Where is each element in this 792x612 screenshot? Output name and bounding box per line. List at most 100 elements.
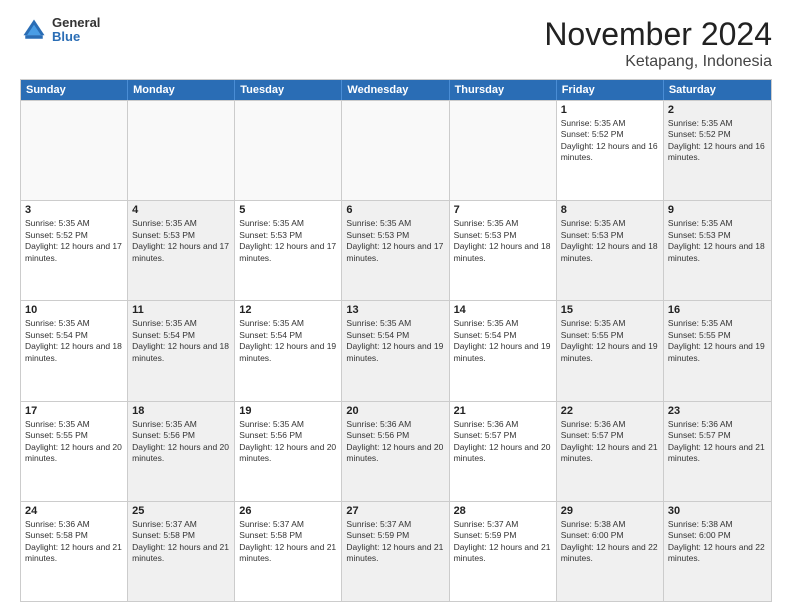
day-number: 28 xyxy=(454,505,552,517)
day-info: Sunrise: 5:36 AM Sunset: 5:57 PM Dayligh… xyxy=(454,419,552,465)
day-number: 10 xyxy=(25,304,123,316)
calendar-day-cell: 22Sunrise: 5:36 AM Sunset: 5:57 PM Dayli… xyxy=(557,402,664,501)
calendar-day-cell: 4 Sunrise: 5:35 AM Sunset: 5:53 PM Daylig… xyxy=(128,201,235,300)
calendar-day-cell: 10Sunrise: 5:35 AM Sunset: 5:54 PM Dayli… xyxy=(21,301,128,400)
day-number: 12 xyxy=(239,304,337,316)
location-subtitle: Ketapang, Indonesia xyxy=(544,53,772,71)
day-info: Sunrise: 5:35 AM Sunset: 5:55 PM Dayligh… xyxy=(561,318,659,364)
day-number: 5 xyxy=(239,204,337,216)
day-info: Sunrise: 5:35 AM Sunset: 5:53 PM Dayligh… xyxy=(668,218,767,264)
day-number: 20 xyxy=(346,405,444,417)
calendar-day-cell: 16 Sunrise: 5:35 AM Sunset: 5:55 PM Dayli… xyxy=(664,301,771,400)
day-info: Sunrise: 5:35 AM Sunset: 5:53 PM Dayligh… xyxy=(561,218,659,264)
calendar-page: General Blue November 2024 Ketapang, Ind… xyxy=(0,0,792,612)
day-info: Sunrise: 5:35 AM Sunset: 5:53 PM Dayligh… xyxy=(132,218,230,264)
day-number: 17 xyxy=(25,405,123,417)
day-number: 23 xyxy=(668,405,767,417)
calendar-day-cell: 9Sunrise: 5:35 AM Sunset: 5:53 PM Daylig… xyxy=(664,201,771,300)
calendar: SundayMondayTuesdayWednesdayThursdayFrid… xyxy=(20,79,772,602)
calendar-day-cell: 14Sunrise: 5:35 AM Sunset: 5:54 PM Dayli… xyxy=(450,301,557,400)
calendar-day-cell: 19 Sunrise: 5:35 AM Sunset: 5:56 PM Dayli… xyxy=(235,402,342,501)
day-number: 2 xyxy=(668,104,767,116)
day-number: 24 xyxy=(25,505,123,517)
calendar-day-cell: 26 Sunrise: 5:37 AM Sunset: 5:58 PM Dayli… xyxy=(235,502,342,601)
day-number: 4 xyxy=(132,204,230,216)
calendar-day-cell: 5 Sunrise: 5:35 AM Sunset: 5:53 PM Daylig… xyxy=(235,201,342,300)
calendar-day-cell: 11 Sunrise: 5:35 AM Sunset: 5:54 PM Dayli… xyxy=(128,301,235,400)
calendar-day-cell: 3 Sunrise: 5:35 AM Sunset: 5:52 PM Daylig… xyxy=(21,201,128,300)
logo-text: General Blue xyxy=(52,16,100,45)
day-of-week-header: Saturday xyxy=(664,80,771,100)
calendar-day-cell xyxy=(450,101,557,200)
day-number: 30 xyxy=(668,505,767,517)
calendar-week-row: 1 Sunrise: 5:35 AM Sunset: 5:52 PM Daylig… xyxy=(21,100,771,200)
day-info: Sunrise: 5:35 AM Sunset: 5:54 PM Dayligh… xyxy=(132,318,230,364)
day-info: Sunrise: 5:35 AM Sunset: 5:54 PM Dayligh… xyxy=(239,318,337,364)
calendar-day-cell: 24 Sunrise: 5:36 AM Sunset: 5:58 PM Dayli… xyxy=(21,502,128,601)
calendar-day-cell: 23 Sunrise: 5:36 AM Sunset: 5:57 PM Dayli… xyxy=(664,402,771,501)
day-number: 21 xyxy=(454,405,552,417)
day-number: 16 xyxy=(668,304,767,316)
day-info: Sunrise: 5:35 AM Sunset: 5:52 PM Dayligh… xyxy=(561,118,659,164)
calendar-header: SundayMondayTuesdayWednesdayThursdayFrid… xyxy=(21,80,771,100)
calendar-day-cell: 12 Sunrise: 5:35 AM Sunset: 5:54 PM Dayli… xyxy=(235,301,342,400)
day-info: Sunrise: 5:35 AM Sunset: 5:53 PM Dayligh… xyxy=(239,218,337,264)
day-number: 14 xyxy=(454,304,552,316)
calendar-week-row: 24 Sunrise: 5:36 AM Sunset: 5:58 PM Dayli… xyxy=(21,501,771,601)
calendar-day-cell: 8 Sunrise: 5:35 AM Sunset: 5:53 PM Daylig… xyxy=(557,201,664,300)
day-info: Sunrise: 5:38 AM Sunset: 6:00 PM Dayligh… xyxy=(668,519,767,565)
page-header: General Blue November 2024 Ketapang, Ind… xyxy=(20,16,772,71)
day-number: 18 xyxy=(132,405,230,417)
day-number: 8 xyxy=(561,204,659,216)
day-info: Sunrise: 5:35 AM Sunset: 5:54 PM Dayligh… xyxy=(346,318,444,364)
day-info: Sunrise: 5:35 AM Sunset: 5:52 PM Dayligh… xyxy=(25,218,123,264)
day-info: Sunrise: 5:37 AM Sunset: 5:58 PM Dayligh… xyxy=(239,519,337,565)
day-info: Sunrise: 5:35 AM Sunset: 5:55 PM Dayligh… xyxy=(25,419,123,465)
calendar-day-cell: 28 Sunrise: 5:37 AM Sunset: 5:59 PM Dayli… xyxy=(450,502,557,601)
calendar-day-cell: 21 Sunrise: 5:36 AM Sunset: 5:57 PM Dayli… xyxy=(450,402,557,501)
day-of-week-header: Thursday xyxy=(450,80,557,100)
day-info: Sunrise: 5:36 AM Sunset: 5:57 PM Dayligh… xyxy=(668,419,767,465)
day-number: 6 xyxy=(346,204,444,216)
title-block: November 2024 Ketapang, Indonesia xyxy=(544,16,772,71)
calendar-week-row: 3 Sunrise: 5:35 AM Sunset: 5:52 PM Daylig… xyxy=(21,200,771,300)
day-info: Sunrise: 5:35 AM Sunset: 5:56 PM Dayligh… xyxy=(239,419,337,465)
day-number: 11 xyxy=(132,304,230,316)
month-year-title: November 2024 xyxy=(544,16,772,53)
day-info: Sunrise: 5:37 AM Sunset: 5:59 PM Dayligh… xyxy=(454,519,552,565)
day-info: Sunrise: 5:35 AM Sunset: 5:55 PM Dayligh… xyxy=(668,318,767,364)
day-number: 19 xyxy=(239,405,337,417)
day-of-week-header: Monday xyxy=(128,80,235,100)
logo-general: General xyxy=(52,16,100,30)
day-of-week-header: Tuesday xyxy=(235,80,342,100)
day-info: Sunrise: 5:38 AM Sunset: 6:00 PM Dayligh… xyxy=(561,519,659,565)
logo: General Blue xyxy=(20,16,100,45)
calendar-week-row: 17 Sunrise: 5:35 AM Sunset: 5:55 PM Dayli… xyxy=(21,401,771,501)
calendar-day-cell xyxy=(128,101,235,200)
day-of-week-header: Sunday xyxy=(21,80,128,100)
calendar-day-cell: 7Sunrise: 5:35 AM Sunset: 5:53 PM Daylig… xyxy=(450,201,557,300)
day-number: 25 xyxy=(132,505,230,517)
day-number: 1 xyxy=(561,104,659,116)
day-of-week-header: Wednesday xyxy=(342,80,449,100)
calendar-day-cell: 17 Sunrise: 5:35 AM Sunset: 5:55 PM Dayli… xyxy=(21,402,128,501)
calendar-day-cell: 2 Sunrise: 5:35 AM Sunset: 5:52 PM Daylig… xyxy=(664,101,771,200)
day-info: Sunrise: 5:36 AM Sunset: 5:56 PM Dayligh… xyxy=(346,419,444,465)
day-info: Sunrise: 5:37 AM Sunset: 5:58 PM Dayligh… xyxy=(132,519,230,565)
calendar-body: 1 Sunrise: 5:35 AM Sunset: 5:52 PM Daylig… xyxy=(21,100,771,601)
day-info: Sunrise: 5:35 AM Sunset: 5:53 PM Dayligh… xyxy=(454,218,552,264)
day-number: 3 xyxy=(25,204,123,216)
day-number: 26 xyxy=(239,505,337,517)
day-info: Sunrise: 5:37 AM Sunset: 5:59 PM Dayligh… xyxy=(346,519,444,565)
calendar-day-cell: 29 Sunrise: 5:38 AM Sunset: 6:00 PM Dayli… xyxy=(557,502,664,601)
day-info: Sunrise: 5:36 AM Sunset: 5:58 PM Dayligh… xyxy=(25,519,123,565)
day-info: Sunrise: 5:35 AM Sunset: 5:56 PM Dayligh… xyxy=(132,419,230,465)
day-number: 22 xyxy=(561,405,659,417)
day-number: 29 xyxy=(561,505,659,517)
calendar-day-cell xyxy=(342,101,449,200)
calendar-day-cell: 18 Sunrise: 5:35 AM Sunset: 5:56 PM Dayli… xyxy=(128,402,235,501)
calendar-day-cell: 13Sunrise: 5:35 AM Sunset: 5:54 PM Dayli… xyxy=(342,301,449,400)
calendar-day-cell: 1 Sunrise: 5:35 AM Sunset: 5:52 PM Daylig… xyxy=(557,101,664,200)
day-number: 15 xyxy=(561,304,659,316)
day-info: Sunrise: 5:35 AM Sunset: 5:52 PM Dayligh… xyxy=(668,118,767,164)
